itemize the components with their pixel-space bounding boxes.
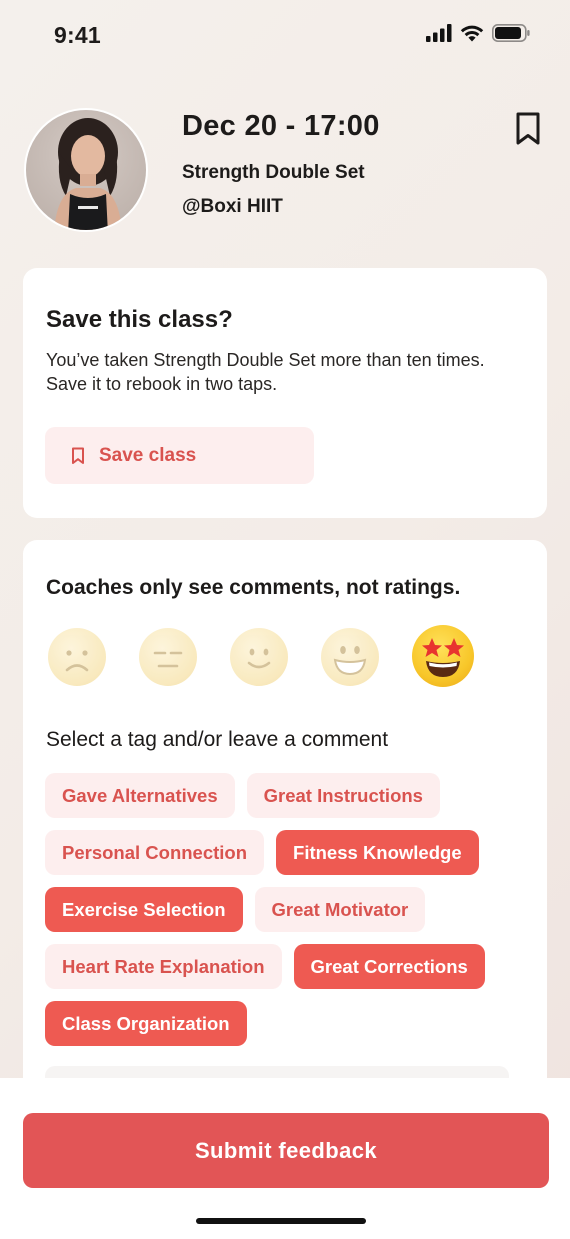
star-struck-face-icon[interactable] [412,625,474,687]
rating-title: Coaches only see comments, not ratings. [46,576,461,599]
tag-heart-rate-explanation[interactable]: Heart Rate Explanation [45,944,282,989]
status-time: 9:41 [54,22,101,48]
save-card-title: Save this class? [46,306,233,333]
feedback-card: Coaches only see comments, not ratings. [23,540,547,1100]
submit-feedback-button[interactable]: Submit feedback [23,1113,549,1188]
tag-great-motivator[interactable]: Great Motivator [254,887,426,932]
tag-gave-alternatives[interactable]: Gave Alternatives [45,773,235,818]
class-header: Dec 20 - 17:00 Strength Double Set @Boxi… [24,108,546,234]
expressionless-face-icon[interactable] [139,628,197,686]
class-datetime: Dec 20 - 17:00 [182,110,380,142]
tag-prompt: Select a tag and/or leave a comment [46,728,389,751]
tag-great-instructions[interactable]: Great Instructions [246,773,440,818]
coach-photo-icon [54,118,122,230]
slightly-smiling-face-icon[interactable] [230,628,288,686]
wifi-icon [460,25,484,42]
status-bar: 9:41 [0,0,570,70]
tag-great-corrections[interactable]: Great Corrections [293,944,485,989]
grinning-face-icon[interactable] [321,628,379,686]
status-icons [426,24,530,42]
class-name: Strength Double Set [182,162,365,183]
coach-avatar [24,108,148,232]
emoji-rating-row [48,625,474,687]
home-indicator [196,1218,366,1224]
tag-list: Gave Alternatives Great Instructions Per… [45,773,535,1046]
tag-exercise-selection[interactable]: Exercise Selection [45,887,243,932]
signal-icon [426,24,452,42]
tag-personal-connection[interactable]: Personal Connection [45,830,265,875]
save-class-card: Save this class? You’ve taken Strength D… [23,268,547,518]
bookmark-icon [72,447,84,464]
save-card-description: You’ve taken Strength Double Set more th… [46,350,485,394]
battery-icon [492,24,530,42]
frowning-face-icon[interactable] [48,628,106,686]
bookmark-icon[interactable] [514,112,542,146]
bottom-action-bar: Submit feedback [0,1078,570,1239]
tag-class-organization[interactable]: Class Organization [45,1001,247,1046]
tag-fitness-knowledge[interactable]: Fitness Knowledge [276,830,479,875]
studio-handle: @Boxi HIIT [182,196,283,217]
save-class-label: Save class [99,444,197,466]
save-class-button[interactable]: Save class [45,427,314,484]
